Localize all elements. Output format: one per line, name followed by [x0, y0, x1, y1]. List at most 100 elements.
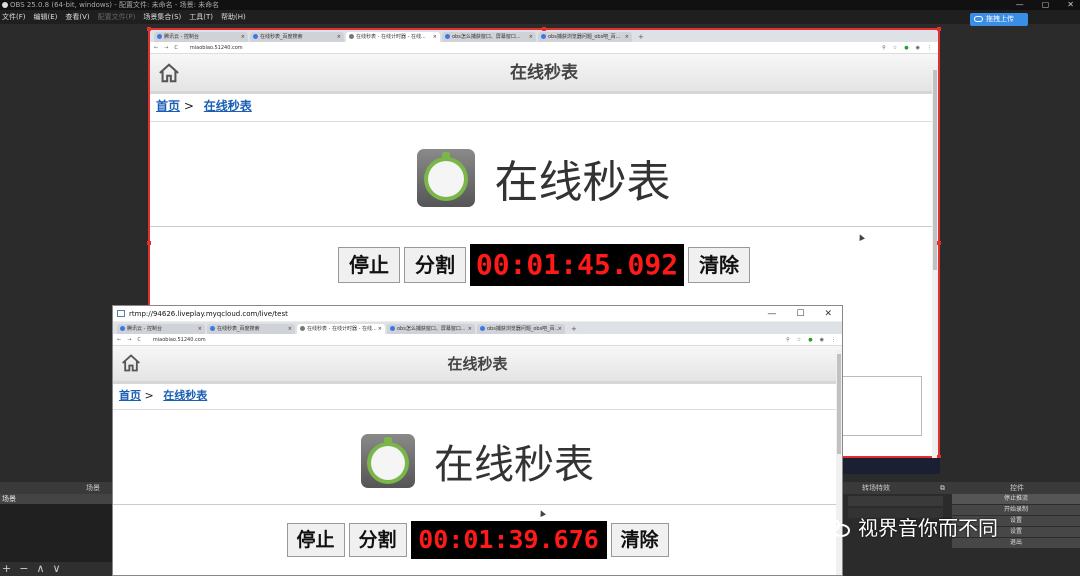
breadcrumb-separator: >: [144, 389, 154, 402]
tab-close-icon[interactable]: ×: [337, 32, 341, 42]
tab-close-icon[interactable]: ×: [241, 32, 245, 42]
back-icon[interactable]: ←: [117, 337, 121, 343]
tab-close-icon[interactable]: ×: [529, 32, 533, 42]
reload-icon[interactable]: C: [137, 337, 141, 343]
transition-select[interactable]: [848, 496, 943, 506]
menu-dots-icon[interactable]: ⋮: [927, 45, 932, 51]
browser-tab-active[interactable]: 在线秒表 - 在线计时器 - 在线... ×: [297, 324, 385, 334]
browser-tab-active[interactable]: 在线秒表 - 在线计时器 - 在线... ×: [346, 32, 440, 42]
tab-close-icon[interactable]: ×: [288, 324, 292, 334]
back-icon[interactable]: ←: [154, 45, 158, 51]
resize-handle[interactable]: [147, 27, 151, 31]
tab-close-icon[interactable]: ×: [625, 32, 629, 42]
split-button[interactable]: 分割: [348, 522, 407, 557]
wechat-icon: [822, 516, 852, 538]
breadcrumb: 首页 > 在线秒表: [150, 94, 938, 122]
browser-tab-bar: 腾讯云 - 控制台 × 在线秒表_百度搜索 × 在线秒表 - 在线计时器 - 在线.…: [150, 30, 938, 42]
browser-tab[interactable]: obs怎么捕获窗口、屏幕窗口... ×: [442, 32, 536, 42]
split-button[interactable]: 分割: [404, 246, 466, 283]
resize-handle[interactable]: [147, 241, 151, 245]
minimize-icon[interactable]: —: [767, 306, 776, 322]
home-icon[interactable]: [158, 62, 180, 84]
stop-streaming-button[interactable]: 停止推流: [952, 494, 1080, 504]
browser-tab[interactable]: 腾讯云 - 控制台 ×: [154, 32, 248, 42]
page-scrollbar[interactable]: [932, 66, 938, 458]
menu-profile[interactable]: 配置文件(P): [98, 10, 136, 24]
tab-label: 在线秒表_百度搜索: [217, 326, 260, 332]
breadcrumb-current-link[interactable]: 在线秒表: [204, 99, 252, 113]
stop-button[interactable]: 停止: [338, 246, 400, 283]
split-list-box: [840, 376, 922, 436]
menu-scene-collection[interactable]: 场景集合(S): [143, 10, 181, 24]
tab-close-icon[interactable]: ×: [433, 32, 437, 42]
forward-icon[interactable]: →: [164, 45, 168, 51]
browser-tab[interactable]: obs捕获浏览器问题_obs吧_百... ×: [538, 32, 632, 42]
favicon-icon: [210, 326, 215, 331]
new-tab-icon[interactable]: +: [567, 324, 577, 334]
clear-button[interactable]: 清除: [610, 522, 669, 557]
zoom-icon[interactable]: ⚲: [786, 337, 790, 343]
favicon-icon: [480, 326, 485, 331]
resize-handle[interactable]: [542, 27, 546, 31]
page-scrollbar[interactable]: [836, 350, 842, 575]
timer-display: 00:01:45.092: [470, 243, 684, 286]
star-icon[interactable]: ☆: [797, 337, 801, 343]
extension-icon[interactable]: ●: [904, 45, 908, 51]
profile-icon[interactable]: ◉: [916, 45, 920, 51]
remove-scene-icon[interactable]: −: [19, 562, 28, 576]
stop-button[interactable]: 停止: [286, 522, 345, 557]
browser-tab[interactable]: obs怎么捕获窗口、屏幕窗口... ×: [387, 324, 475, 334]
favicon-icon: [120, 326, 125, 331]
breadcrumb-current-link[interactable]: 在线秒表: [163, 389, 207, 402]
forward-icon[interactable]: →: [127, 337, 131, 343]
new-tab-icon[interactable]: +: [634, 32, 644, 42]
stopwatch-controls: 停止 分割 00:01:45.092 清除: [150, 226, 938, 302]
close-icon[interactable]: ✕: [1067, 0, 1074, 10]
close-icon[interactable]: ✕: [824, 306, 832, 322]
clear-button[interactable]: 清除: [688, 246, 750, 283]
menu-tools[interactable]: 工具(T): [189, 10, 213, 24]
browser-tab[interactable]: 在线秒表_百度搜索 ×: [207, 324, 295, 334]
tab-label: obs捕获浏览器问题_obs吧_百...: [548, 34, 621, 40]
menu-dots-icon[interactable]: ⋮: [831, 337, 836, 343]
profile-icon[interactable]: ◉: [820, 337, 824, 343]
tab-close-icon[interactable]: ×: [558, 324, 562, 334]
star-icon[interactable]: ☆: [893, 45, 897, 51]
home-icon[interactable]: [121, 353, 141, 373]
move-down-icon[interactable]: ∨: [53, 562, 61, 576]
reload-icon[interactable]: C: [174, 45, 178, 51]
scrollbar-thumb[interactable]: [933, 70, 937, 270]
favicon-icon: [300, 326, 305, 331]
maximize-icon[interactable]: ▢: [1042, 0, 1050, 10]
maximize-icon[interactable]: ☐: [796, 306, 804, 322]
browser-tab[interactable]: obs捕获浏览器问题_obs吧_百... ×: [477, 324, 565, 334]
zoom-icon[interactable]: ⚲: [882, 45, 886, 51]
resize-handle[interactable]: [937, 27, 941, 31]
obs-logo-icon: [2, 2, 8, 8]
minimize-icon[interactable]: —: [1016, 0, 1024, 10]
url-field[interactable]: miaobiao.51240.com: [190, 45, 243, 51]
menu-view[interactable]: 查看(V): [65, 10, 89, 24]
tab-close-icon[interactable]: ×: [198, 324, 202, 334]
upload-button[interactable]: 拖拽上传: [970, 13, 1028, 26]
menu-file[interactable]: 文件(F): [2, 10, 26, 24]
menu-help[interactable]: 帮助(H): [221, 10, 246, 24]
browser-tab[interactable]: 腾讯云 - 控制台 ×: [117, 324, 205, 334]
move-up-icon[interactable]: ∧: [36, 562, 44, 576]
tab-close-icon[interactable]: ×: [468, 324, 472, 334]
hero-title: 在线秒表: [494, 157, 671, 208]
stream-player-window[interactable]: rtmp://94626.liveplay.myqcloud.com/live/…: [112, 305, 843, 576]
tab-close-icon[interactable]: ×: [378, 324, 382, 334]
url-field[interactable]: miaobiao.51240.com: [153, 337, 206, 343]
browser-tab[interactable]: 在线秒表_百度搜索 ×: [250, 32, 344, 42]
hero-title: 在线秒表: [434, 442, 595, 488]
tab-label: 在线秒表 - 在线计时器 - 在线...: [356, 34, 426, 40]
menu-edit[interactable]: 编辑(E): [34, 10, 58, 24]
breadcrumb-home-link[interactable]: 首页: [119, 389, 141, 402]
resize-handle[interactable]: [937, 241, 941, 245]
scrollbar-thumb[interactable]: [837, 354, 841, 454]
breadcrumb-home-link[interactable]: 首页: [156, 99, 180, 113]
dock-float-icon[interactable]: ⧉: [940, 482, 945, 494]
extension-icon[interactable]: ●: [808, 337, 812, 343]
add-scene-icon[interactable]: +: [2, 562, 11, 576]
